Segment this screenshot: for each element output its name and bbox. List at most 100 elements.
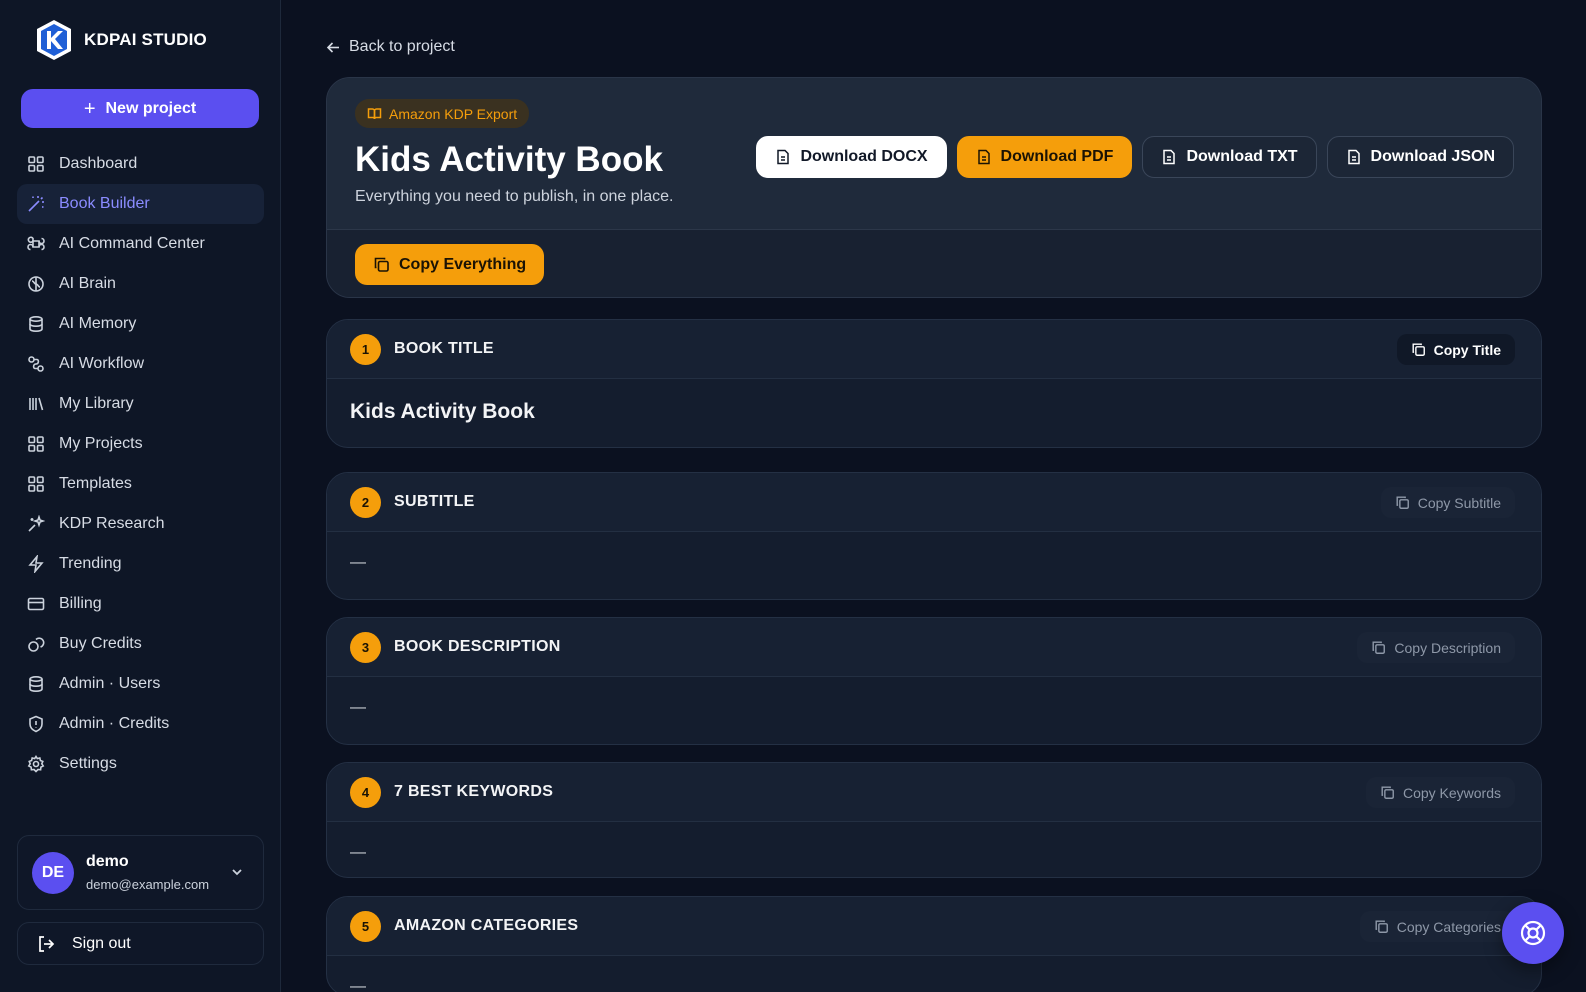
download-txt-label: Download TXT — [1186, 148, 1298, 165]
section-label: BOOK TITLE — [394, 340, 494, 357]
copy-everything-button[interactable]: Copy Everything — [355, 244, 545, 285]
plus-icon: + — [83, 97, 96, 120]
page-subtitle: Everything you need to publish, in one p… — [355, 188, 674, 205]
sidebar-item-billing[interactable]: Billing — [17, 584, 264, 624]
section-book-title: 1 BOOK TITLE Copy Title Kids Activity Bo… — [326, 319, 1542, 448]
status-badge: Amazon KDP Export — [355, 99, 530, 128]
section-book-description: 3 BOOK DESCRIPTION Copy Description — — [326, 617, 1542, 745]
file-icon — [977, 149, 990, 165]
sidebar-nav: Dashboard Book Builder AI Command Center… — [17, 144, 264, 784]
chevron-down-icon — [232, 869, 242, 876]
grid-icon — [28, 156, 44, 172]
download-pdf-button[interactable]: Download PDF — [956, 136, 1133, 178]
sidebar-item-buy-credits[interactable]: Buy Credits — [17, 624, 264, 664]
page-title: Kids Activity Book — [355, 140, 663, 179]
sidebar-item-label: Trending — [59, 555, 122, 572]
book-title-value: Kids Activity Book — [350, 400, 535, 423]
sidebar-item-kdp-research[interactable]: KDP Research — [17, 504, 264, 544]
copy-everything-label: Copy Everything — [399, 255, 527, 273]
logout-icon — [39, 935, 55, 952]
brain-icon — [28, 276, 44, 292]
section-header: 5 AMAZON CATEGORIES Copy Categories — [327, 897, 1541, 956]
coins-icon — [28, 637, 45, 652]
copy-subtitle-label: Copy Subtitle — [1417, 494, 1501, 511]
sidebar-item-label: Book Builder — [59, 195, 150, 212]
copy-keywords-button[interactable]: Copy Keywords — [1365, 777, 1515, 808]
section-header: 3 BOOK DESCRIPTION Copy Description — [327, 618, 1541, 677]
copy-icon — [1412, 343, 1425, 356]
user-email: demo@example.com — [86, 877, 210, 892]
sidebar-item-my-projects[interactable]: My Projects — [17, 424, 264, 464]
download-txt-button[interactable]: Download TXT — [1142, 136, 1317, 178]
download-json-label: Download JSON — [1370, 148, 1495, 165]
copy-description-button[interactable]: Copy Description — [1357, 632, 1515, 663]
section-categories: 5 AMAZON CATEGORIES Copy Categories — — [326, 896, 1542, 992]
section-header: 1 BOOK TITLE Copy Title — [327, 320, 1541, 379]
sidebar-item-dashboard[interactable]: Dashboard — [17, 144, 264, 184]
sidebar-item-templates[interactable]: Templates — [17, 464, 264, 504]
database-icon — [29, 675, 43, 693]
copy-icon — [1375, 920, 1388, 933]
credit-card-icon — [27, 597, 45, 611]
copy-icon — [1372, 641, 1386, 654]
sidebar-item-label: Dashboard — [59, 155, 138, 172]
user-name: demo — [86, 853, 129, 870]
badge-label: Amazon KDP Export — [389, 105, 518, 122]
shield-icon — [29, 715, 43, 733]
back-to-project-link[interactable]: Back to project — [326, 38, 455, 56]
sign-out-label: Sign out — [72, 934, 131, 952]
download-json-button[interactable]: Download JSON — [1326, 136, 1514, 178]
sidebar-item-label: AI Workflow — [59, 355, 145, 372]
sidebar-item-ai-brain[interactable]: AI Brain — [17, 264, 264, 304]
avatar: DE — [32, 851, 74, 894]
copy-subtitle-button[interactable]: Copy Subtitle — [1380, 487, 1515, 518]
copy-title-button[interactable]: Copy Title — [1396, 334, 1515, 365]
sidebar-item-label: Admin · Credits — [59, 715, 170, 732]
sidebar-item-my-library[interactable]: My Library — [17, 384, 264, 424]
grid-icon — [28, 476, 44, 492]
copy-categories-label: Copy Categories — [1396, 918, 1501, 935]
sidebar-item-trending[interactable]: Trending — [17, 544, 264, 584]
sidebar-item-ai-command-center[interactable]: AI Command Center — [17, 224, 264, 264]
database-icon — [29, 315, 43, 333]
copy-icon — [1396, 496, 1409, 509]
sidebar-item-ai-memory[interactable]: AI Memory — [17, 304, 264, 344]
download-docx-button[interactable]: Download DOCX — [756, 136, 947, 178]
sidebar-item-admin-users[interactable]: Admin · Users — [17, 664, 264, 704]
sidebar-item-label: Settings — [59, 755, 117, 772]
section-number: 1 — [350, 334, 381, 365]
sidebar-item-label: Admin · Users — [59, 675, 161, 692]
section-header: 2 SUBTITLE Copy Subtitle — [327, 473, 1541, 532]
back-label: Back to project — [349, 38, 455, 55]
section-label: BOOK DESCRIPTION — [394, 638, 561, 655]
file-icon — [1163, 149, 1176, 165]
gear-icon — [27, 755, 45, 773]
sidebar-item-book-builder[interactable]: Book Builder — [17, 184, 264, 224]
library-icon — [29, 397, 44, 411]
description-value: — — [350, 699, 366, 716]
user-menu[interactable]: DE demo demo@example.com — [17, 835, 264, 910]
help-button[interactable] — [1502, 902, 1564, 964]
copy-keywords-label: Copy Keywords — [1402, 784, 1501, 801]
section-number: 3 — [350, 632, 381, 663]
sign-out-button[interactable]: Sign out — [17, 922, 264, 965]
copy-categories-button[interactable]: Copy Categories — [1359, 911, 1515, 942]
wand-icon — [28, 196, 44, 212]
section-number: 4 — [350, 777, 381, 808]
download-docx-label: Download DOCX — [800, 148, 928, 165]
subtitle-value: — — [350, 554, 366, 571]
sidebar-item-label: My Projects — [59, 435, 143, 452]
lifebuoy-icon — [1520, 920, 1546, 946]
sidebar-item-ai-workflow[interactable]: AI Workflow — [17, 344, 264, 384]
sidebar-item-label: AI Brain — [59, 275, 116, 292]
zap-icon — [28, 555, 44, 573]
user-info: demo demo@example.com — [86, 853, 209, 892]
brand-logo[interactable]: KDPAI STUDIO — [34, 18, 207, 62]
arrow-left-icon — [326, 41, 339, 53]
sidebar-item-label: AI Memory — [59, 315, 137, 332]
download-toolbar: Download DOCX Download PDF Download TXT … — [756, 136, 1514, 178]
sidebar-item-label: AI Command Center — [59, 235, 205, 252]
sidebar-item-admin-credits[interactable]: Admin · Credits — [17, 704, 264, 744]
new-project-button[interactable]: + New project — [21, 89, 259, 128]
sidebar-item-settings[interactable]: Settings — [17, 744, 264, 784]
